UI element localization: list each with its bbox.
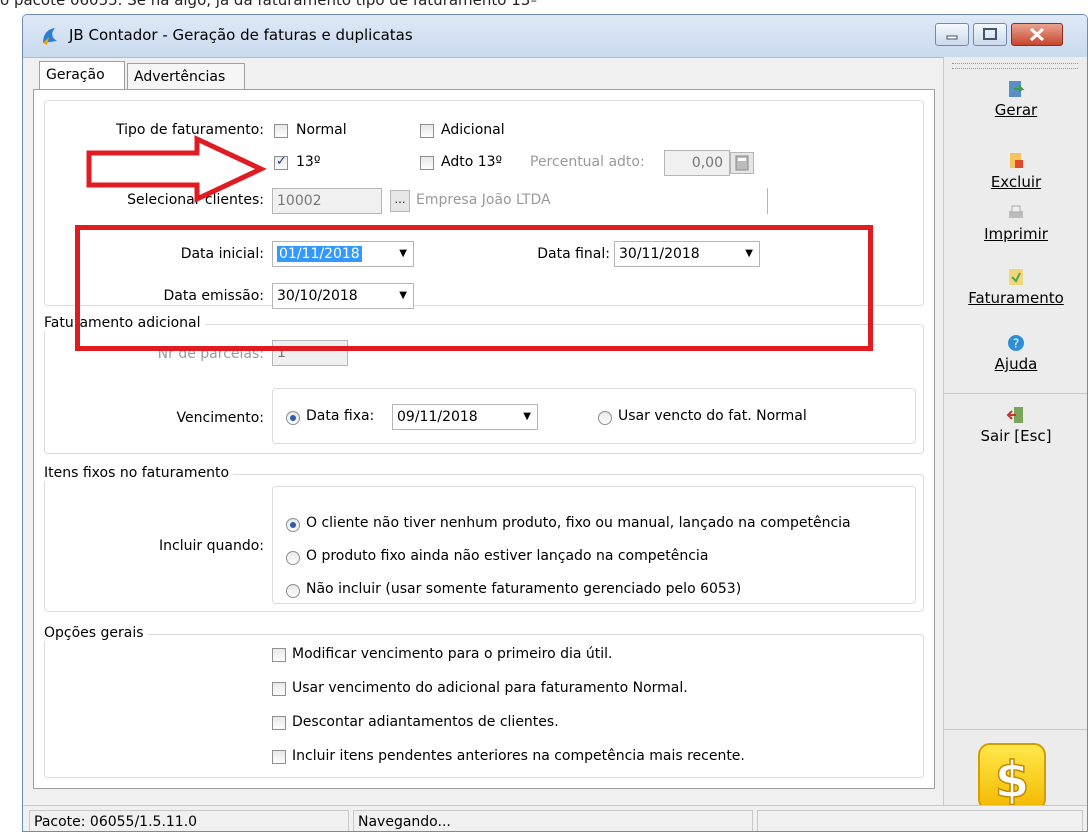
gerar-label: Gerar — [994, 101, 1038, 119]
status-pacote: Pacote: 06055/1.5.11.0 — [29, 810, 349, 831]
minimize-button[interactable] — [935, 23, 969, 46]
decimo-label: 13º — [296, 154, 321, 170]
opcao-dia-util-label: Modificar vencimento para o primeiro dia… — [292, 646, 613, 662]
incluir-opt3-label: Não incluir (usar somente faturamento ge… — [306, 581, 742, 597]
status-mode: Navegando... — [353, 810, 753, 831]
title-bar: JB Contador - Geração de faturas e dupli… — [23, 15, 1087, 58]
opcao-vencimento-adicional-label: Usar vencimento do adicional para fatura… — [292, 680, 688, 696]
grip — [952, 63, 1078, 69]
divider — [944, 393, 1087, 394]
tab-geracao[interactable]: Geração — [39, 61, 125, 89]
window-title: JB Contador - Geração de faturas e dupli… — [69, 26, 413, 44]
cliente-name-box — [416, 188, 768, 214]
opcao-pendentes-checkbox[interactable] — [272, 750, 286, 764]
incluir-opt1-label: O cliente não tiver nenhum produto, fixo… — [306, 515, 851, 531]
sair-button[interactable]: Sair [Esc] — [944, 405, 1087, 445]
status-bar: Pacote: 06055/1.5.11.0 Navegando... — [23, 805, 1087, 831]
data-fixa-combo[interactable]: 09/11/2018 ▼ — [392, 404, 538, 430]
calculator-button[interactable] — [730, 152, 754, 174]
data-fixa-radio[interactable] — [286, 411, 300, 425]
usar-vencto-label: Usar vencto do fat. Normal — [618, 408, 807, 424]
normal-label: Normal — [296, 122, 347, 138]
faturamento-button[interactable]: Faturamento — [944, 267, 1087, 307]
ajuda-label: Ajuda — [994, 355, 1038, 373]
maximize-icon — [983, 28, 997, 40]
faturamento-label: Faturamento — [968, 289, 1064, 307]
opcao-dia-util-checkbox[interactable] — [272, 648, 286, 662]
svg-text:?: ? — [1013, 337, 1019, 351]
money-button[interactable]: $ — [978, 743, 1046, 811]
data-fixa-value: 09/11/2018 — [397, 409, 478, 425]
red-highlight-box — [75, 225, 873, 351]
incluir-opt2-radio[interactable] — [286, 551, 300, 565]
action-sidebar: Gerar Excluir Imprimir Faturamento ? Aju… — [943, 57, 1087, 831]
status-extra — [757, 810, 1083, 831]
app-window: JB Contador - Geração de faturas e dupli… — [22, 14, 1088, 832]
excluir-icon — [1010, 153, 1023, 168]
tab-advertencias[interactable]: Advertências — [127, 63, 245, 89]
incluir-opt3-radio[interactable] — [286, 584, 300, 598]
app-logo-icon — [43, 28, 57, 45]
opcoes-group-title: Opções gerais — [44, 625, 148, 641]
imprimir-label: Imprimir — [984, 225, 1048, 243]
close-button[interactable] — [1011, 23, 1063, 46]
opcao-descontar-checkbox[interactable] — [272, 716, 286, 730]
gerar-icon — [1009, 81, 1025, 97]
minimize-icon — [946, 35, 958, 40]
chevron-down-icon: ▼ — [523, 411, 531, 422]
sair-label: Sair [Esc] — [980, 427, 1052, 445]
exit-icon — [1006, 407, 1023, 423]
gerar-button[interactable]: Gerar — [944, 79, 1087, 119]
close-icon — [1029, 27, 1045, 42]
svg-text:$: $ — [995, 751, 1030, 809]
usar-vencto-radio[interactable] — [598, 411, 612, 425]
cliente-lookup-button[interactable]: … — [390, 190, 410, 212]
calculator-icon — [735, 155, 749, 171]
itens-group-title: Itens fixos no faturamento — [44, 465, 234, 481]
opcao-vencimento-adicional-checkbox[interactable] — [272, 682, 286, 696]
incluir-opt2-label: O produto fixo ainda não estiver lançado… — [306, 548, 709, 564]
top-cropped-text: o pacote 06055. Se há algo, ja dá fatura… — [0, 0, 538, 9]
cliente-code-input[interactable]: 10002 — [272, 188, 382, 214]
excluir-button[interactable]: Excluir — [944, 151, 1087, 191]
dollar-icon: $ — [994, 750, 1030, 810]
divider — [944, 729, 1087, 730]
adto13-checkbox[interactable] — [420, 156, 434, 170]
printer-icon — [1009, 205, 1023, 218]
red-arrow-annotation — [86, 135, 267, 203]
opcao-descontar-label: Descontar adiantamentos de clientes. — [292, 714, 559, 730]
percentual-input[interactable]: 0,00 — [664, 150, 730, 176]
data-fixa-label: Data fixa: — [306, 408, 375, 424]
percentual-label: Percentual adto: — [530, 154, 645, 170]
adicional-checkbox[interactable] — [420, 124, 434, 138]
adicional-label: Adicional — [441, 122, 505, 138]
help-icon: ? — [1008, 335, 1024, 351]
faturamento-icon — [1009, 269, 1023, 285]
maximize-button[interactable] — [973, 23, 1007, 46]
vencimento-label: Vencimento: — [176, 410, 264, 426]
imprimir-button[interactable]: Imprimir — [944, 203, 1087, 243]
adto13-label: Adto 13º — [441, 154, 503, 170]
ajuda-button[interactable]: ? Ajuda — [944, 333, 1087, 373]
incluir-opt1-radio[interactable] — [286, 518, 300, 532]
opcao-pendentes-label: Incluir itens pendentes anteriores na co… — [292, 748, 745, 764]
incluir-label: Incluir quando: — [159, 538, 264, 554]
excluir-label: Excluir — [990, 173, 1042, 191]
